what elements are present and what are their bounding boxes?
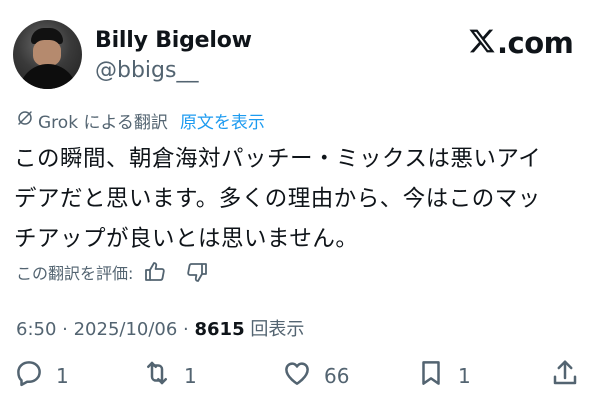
thumbs-up-icon[interactable] — [143, 260, 167, 284]
grok-icon — [16, 109, 38, 132]
x-brand: .com — [468, 26, 574, 60]
tweet-text-line: デアだと思います。多くの理由から、今はこのマッ — [14, 186, 541, 212]
translation-label: Grok による翻訳 — [38, 113, 168, 133]
reply-count: 1 — [56, 363, 69, 388]
tweet-meta: 6:50 · 2025/10/06 · 8615 回表示 — [16, 315, 304, 341]
rate-translation-label: この翻訳を評価: — [16, 264, 134, 283]
x-logo-icon — [468, 27, 496, 59]
rate-translation-row: この翻訳を評価: — [16, 260, 209, 284]
bookmark-icon — [416, 358, 446, 393]
tweet-text-line: この瞬間、朝倉海対パッチー・ミックスは悪いアイ — [14, 146, 542, 172]
share-button[interactable] — [550, 358, 580, 393]
tweet-text: この瞬間、朝倉海対パッチー・ミックスは悪いアイ デアだと思います。多くの理由から… — [14, 139, 590, 259]
translation-row: Grok による翻訳 原文を表示 — [16, 108, 265, 133]
like-count: 66 — [324, 363, 350, 388]
reply-button[interactable]: 1 — [14, 358, 69, 393]
bookmark-button[interactable]: 1 — [416, 358, 471, 393]
repost-button[interactable]: 1 — [142, 358, 197, 393]
avatar[interactable] — [13, 20, 82, 89]
views-count: 8615 — [194, 319, 245, 340]
share-icon — [550, 358, 580, 393]
show-original-link[interactable]: 原文を表示 — [180, 108, 265, 133]
avatar-body — [19, 64, 77, 89]
action-bar: 1 1 66 1 — [0, 358, 600, 398]
tweet-text-line: チアップが良いとは思いません。 — [14, 226, 359, 252]
views-label: 回表示 — [244, 319, 305, 340]
author-handle[interactable]: @bbigs__ — [95, 58, 198, 83]
author-display-name[interactable]: Billy Bigelow — [95, 28, 252, 53]
heart-icon — [282, 358, 312, 393]
avatar-face — [33, 40, 61, 66]
bookmark-count: 1 — [458, 363, 471, 388]
x-brand-suffix: .com — [497, 26, 574, 60]
repost-count: 1 — [184, 363, 197, 388]
thumbs-down-icon[interactable] — [185, 260, 209, 284]
tweet-timestamp[interactable]: 6:50 · 2025/10/06 · — [16, 319, 195, 340]
reply-icon — [14, 358, 44, 393]
like-button[interactable]: 66 — [282, 358, 349, 393]
repost-icon — [142, 358, 172, 393]
